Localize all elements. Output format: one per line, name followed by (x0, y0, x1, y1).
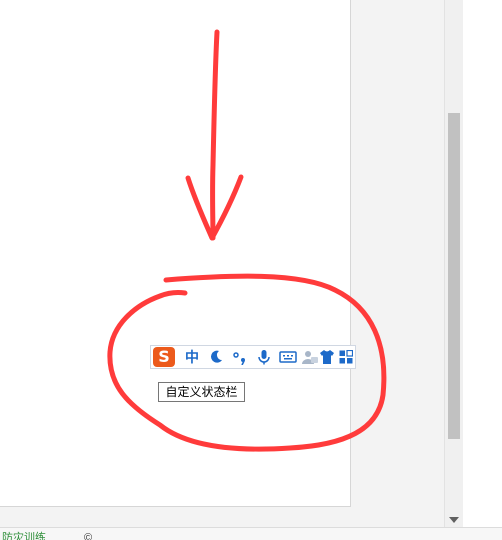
scroll-down-arrow-icon[interactable] (449, 517, 459, 523)
punctuation-icon (233, 352, 245, 365)
status-bar: 防灾训练 © (0, 527, 502, 540)
document-area (0, 0, 444, 527)
moon-icon (211, 350, 222, 363)
punctuation-button[interactable] (229, 346, 251, 368)
scrollbar-thumb[interactable] (448, 113, 460, 439)
keyboard-icon (279, 351, 297, 363)
voice-input-button[interactable] (253, 346, 275, 368)
customize-status-bar-tooltip: 自定义状态栏 (158, 382, 245, 402)
toolbox-button[interactable] (337, 346, 355, 368)
microphone-icon (258, 350, 270, 365)
sogou-logo-icon[interactable]: S (153, 347, 175, 367)
chinese-mode-button[interactable]: 中 (181, 346, 203, 368)
right-gutter (463, 0, 502, 527)
chinese-mode-label: 中 (185, 350, 199, 366)
ime-status-bar[interactable]: S 中 (150, 345, 356, 369)
tshirt-icon (320, 350, 334, 364)
skin-button[interactable] (317, 346, 337, 368)
grid-apps-icon (339, 350, 353, 364)
document-page[interactable] (0, 0, 351, 507)
half-width-button[interactable] (205, 346, 227, 368)
soft-keyboard-button[interactable] (277, 346, 299, 368)
vertical-scrollbar[interactable] (444, 0, 463, 527)
